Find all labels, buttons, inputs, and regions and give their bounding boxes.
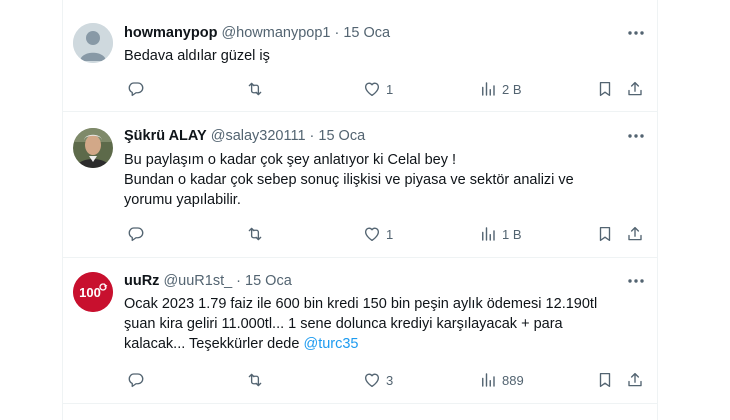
heart-icon	[364, 373, 380, 388]
bookmark-button[interactable]	[596, 369, 614, 391]
text-line: Ocak 2023 1.79 faiz ile 600 bin kredi 15…	[124, 296, 598, 312]
share-button[interactable]	[626, 78, 644, 100]
separator-dot: ·	[236, 273, 242, 289]
more-icon	[628, 279, 644, 283]
like-count: 1	[386, 81, 394, 97]
views-button[interactable]: 1 B	[479, 223, 522, 245]
retweet-button[interactable]	[246, 369, 269, 391]
share-button[interactable]	[626, 369, 644, 391]
views-button[interactable]: 2 B	[479, 78, 522, 100]
text-line: Bundan o kadar çok sebep sonuç ilişkisi …	[124, 172, 574, 188]
share-icon	[628, 81, 642, 96]
action-bar: 1 2 B	[124, 78, 644, 100]
views-icon	[482, 82, 495, 96]
bookmark-icon	[599, 372, 611, 388]
retweet-icon	[248, 82, 262, 96]
more-button[interactable]	[626, 23, 646, 43]
share-button[interactable]	[626, 223, 644, 245]
retweet-icon	[248, 227, 262, 241]
tweet-header: uuRz @uuR1st_ · 15 Oca	[124, 271, 292, 291]
text-line: şuan kira geliri 11.000tl... 1 sene dolu…	[124, 316, 563, 332]
retweet-button[interactable]	[246, 78, 269, 100]
like-button[interactable]: 3	[363, 369, 393, 391]
views-count: 2 B	[502, 81, 522, 97]
timestamp[interactable]: 15 Oca	[318, 128, 365, 144]
reply-feed: howmanypop @howmanypop1 · 15 Oca Bedava …	[62, 0, 658, 420]
mention-link[interactable]: @turc35	[303, 336, 358, 352]
tweet[interactable]: Şükrü ALAY @salay320111 · 15 Oca Bu payl…	[63, 112, 657, 258]
username[interactable]: @uuR1st_	[163, 273, 232, 289]
tweet-header: howmanypop @howmanypop1 · 15 Oca	[124, 23, 390, 43]
reply-button[interactable]	[127, 78, 150, 100]
tweet[interactable]: 100 uuRz @uuR1st_ · 15 Oca Ocak 2023 1.7…	[63, 258, 657, 404]
avatar[interactable]	[73, 128, 113, 168]
bookmark-icon	[599, 226, 611, 242]
tweet-header: Şükrü ALAY @salay320111 · 15 Oca	[124, 126, 365, 146]
profile-photo-icon	[73, 128, 113, 168]
text-line: Bu paylaşım o kadar çok şey anlatıyor ki…	[124, 152, 457, 168]
more-icon	[628, 31, 644, 35]
more-button[interactable]	[626, 271, 646, 291]
action-bar: 1 1 B	[124, 223, 644, 245]
text-line: Bedava aldılar güzel iş	[124, 48, 270, 64]
separator-dot: ·	[309, 128, 315, 144]
default-avatar-icon	[73, 23, 113, 63]
bookmark-button[interactable]	[596, 78, 614, 100]
tweet-text: Ocak 2023 1.79 faiz ile 600 bin kredi 15…	[124, 294, 644, 354]
username[interactable]: @howmanypop1	[221, 25, 330, 41]
bookmark-icon	[599, 81, 611, 97]
views-icon	[482, 373, 495, 387]
like-count: 3	[386, 372, 394, 388]
bookmark-button[interactable]	[596, 223, 614, 245]
reply-icon	[128, 227, 144, 242]
text-segment: kalacak... Teşekkürler dede	[124, 336, 304, 352]
like-button[interactable]: 1	[363, 78, 393, 100]
views-count: 889	[502, 372, 524, 388]
share-icon	[628, 226, 642, 241]
avatar[interactable]	[73, 23, 113, 63]
reply-icon	[128, 82, 144, 97]
reply-icon	[128, 373, 144, 388]
logo-avatar-icon: 100	[73, 272, 113, 312]
svg-text:100: 100	[79, 285, 101, 300]
tweet[interactable]: howmanypop @howmanypop1 · 15 Oca Bedava …	[63, 0, 657, 112]
text-line: yorumu yapılabilir.	[124, 192, 241, 208]
more-button[interactable]	[626, 126, 646, 146]
display-name[interactable]: howmanypop	[124, 25, 217, 41]
timestamp[interactable]: 15 Oca	[245, 273, 292, 289]
like-count: 1	[386, 226, 394, 242]
heart-icon	[364, 227, 380, 242]
text-line: kalacak... Teşekkürler dede @turc35	[124, 334, 644, 354]
reply-button[interactable]	[127, 369, 150, 391]
reply-button[interactable]	[127, 223, 150, 245]
views-icon	[482, 227, 495, 241]
retweet-icon	[248, 373, 262, 387]
heart-icon	[364, 82, 380, 97]
username[interactable]: @salay320111	[211, 128, 306, 144]
like-button[interactable]: 1	[363, 223, 393, 245]
share-icon	[628, 372, 642, 387]
tweet-text: Bedava aldılar güzel iş	[124, 47, 644, 66]
views-count: 1 B	[502, 226, 522, 242]
more-icon	[628, 134, 644, 138]
views-button[interactable]: 889	[479, 369, 524, 391]
separator-dot: ·	[334, 25, 340, 41]
display-name[interactable]: uuRz	[124, 273, 159, 289]
avatar[interactable]: 100	[73, 272, 113, 312]
display-name[interactable]: Şükrü ALAY	[124, 128, 207, 144]
action-bar: 3 889	[124, 369, 644, 391]
retweet-button[interactable]	[246, 223, 269, 245]
tweet-text: Bu paylaşım o kadar çok şey anlatıyor ki…	[124, 150, 644, 210]
timestamp[interactable]: 15 Oca	[343, 25, 390, 41]
